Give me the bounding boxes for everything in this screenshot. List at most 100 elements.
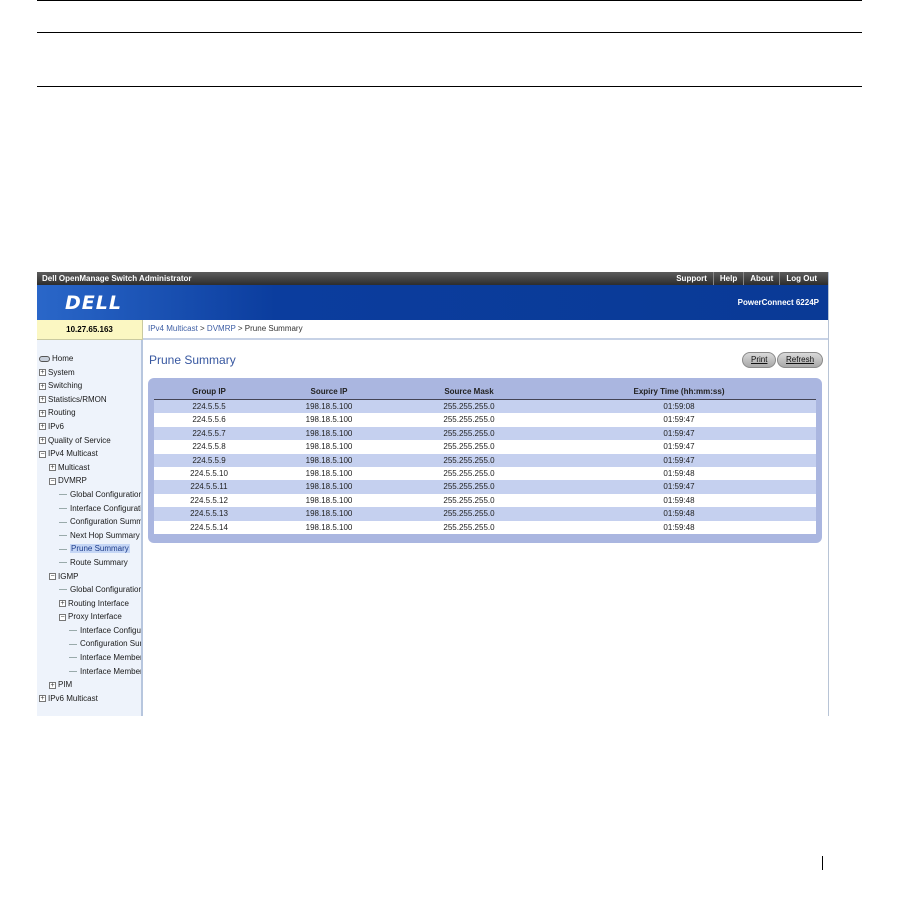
sidebar-item[interactable]: + Statistics/RMON <box>37 393 141 407</box>
cell-source-ip: 198.18.5.100 <box>305 522 353 532</box>
sidebar-item-label: DVMRP <box>58 476 87 486</box>
sidebar-item-label: Interface Configuration <box>80 625 141 635</box>
sidebar-item[interactable]: − IGMP <box>37 570 141 584</box>
sidebar-item[interactable]: Interface Membership Info Detailed <box>37 665 141 679</box>
breadcrumb-current: Prune Summary <box>244 324 303 333</box>
cell-group-ip: 224.5.5.12 <box>190 495 228 505</box>
sidebar-item-label: IGMP <box>58 571 79 581</box>
sidebar-item[interactable]: Route Summary <box>37 556 141 570</box>
main-content: Prune Summary Print Refresh Group IP Sou… <box>145 342 828 716</box>
expand-icon[interactable]: + <box>39 409 46 417</box>
sidebar-item-label: Interface Configuration <box>70 503 143 513</box>
sidebar-item[interactable]: Global Configuration <box>37 583 141 597</box>
expand-icon[interactable]: + <box>39 695 46 703</box>
column-header-source-mask: Source Mask <box>444 387 494 396</box>
collapse-icon[interactable]: − <box>39 450 46 458</box>
home-icon <box>39 355 50 362</box>
cell-source-mask: 255.255.255.0 <box>443 495 495 505</box>
cell-source-mask: 255.255.255.0 <box>443 455 495 465</box>
expand-icon[interactable]: + <box>39 368 46 376</box>
sidebar-item-label: Proxy Interface <box>68 612 122 622</box>
collapse-icon[interactable]: − <box>59 613 66 621</box>
cell-source-ip: 198.18.5.100 <box>305 495 353 505</box>
support-link[interactable]: Support <box>670 272 713 285</box>
cell-expiry-time: 01:59:47 <box>663 482 695 492</box>
sidebar-item[interactable]: Global Configuration <box>37 488 141 502</box>
table-row: 224.5.5.8 198.18.5.100 255.255.255.0 01:59:… <box>154 440 816 454</box>
page-header-rule <box>37 32 862 33</box>
cell-source-ip: 198.18.5.100 <box>305 509 353 519</box>
app-title: Dell OpenManage Switch Administrator <box>42 274 192 283</box>
cell-expiry-time: 01:59:47 <box>663 428 695 438</box>
cell-group-ip: 224.5.5.11 <box>190 482 228 492</box>
sidebar-item-label: Routing Interface <box>68 598 129 608</box>
logout-link[interactable]: Log Out <box>779 272 823 285</box>
tree-line-icon <box>69 671 77 673</box>
expand-icon[interactable]: + <box>39 396 46 404</box>
expand-icon[interactable]: + <box>39 423 46 431</box>
sidebar-item-label: Home <box>52 354 74 363</box>
sidebar-item[interactable]: + PIM <box>37 678 141 692</box>
refresh-button[interactable]: Refresh <box>777 352 824 368</box>
cell-source-mask: 255.255.255.0 <box>443 522 495 532</box>
table-row: 224.5.5.12 198.18.5.100 255.255.255.0 01:59… <box>154 493 816 508</box>
cell-source-ip: 198.18.5.100 <box>305 402 353 411</box>
sidebar-item[interactable]: + Routing Interface <box>37 597 141 611</box>
sidebar-item[interactable]: + Routing <box>37 406 141 420</box>
expand-icon[interactable]: + <box>49 464 56 472</box>
tree-line-icon <box>69 657 77 659</box>
breadcrumb-ipv4-multicast[interactable]: IPv4 Multicast <box>148 324 198 333</box>
expand-icon[interactable]: + <box>49 681 56 689</box>
sidebar-item[interactable]: Prune Summary <box>37 542 141 556</box>
sidebar-item[interactable]: Home <box>37 352 141 366</box>
page-title: Prune Summary <box>149 353 236 367</box>
print-button[interactable]: Print <box>742 352 777 368</box>
sidebar-item[interactable]: Next Hop Summary <box>37 529 141 543</box>
expand-icon[interactable]: + <box>59 600 66 608</box>
breadcrumb-dvmrp[interactable]: DVMRP <box>207 324 236 333</box>
sidebar-item[interactable]: Interface Configuration <box>37 502 141 516</box>
tree-line-icon <box>59 494 67 496</box>
tree-line-icon <box>59 589 67 591</box>
sidebar-item[interactable]: + Multicast <box>37 461 141 475</box>
cell-expiry-time: 01:59:48 <box>663 468 695 478</box>
sidebar-item[interactable]: + Switching <box>37 379 141 393</box>
about-link[interactable]: About <box>743 272 779 285</box>
sidebar-item-label: Next Hop Summary <box>70 530 140 540</box>
column-header-source-ip: Source IP <box>310 387 348 396</box>
expand-icon[interactable]: + <box>39 382 46 390</box>
sidebar-item[interactable]: + IPv6 Multicast <box>37 692 141 706</box>
tree-line-icon <box>59 521 67 523</box>
table-row: 224.5.5.14 198.18.5.100 255.255.255.0 01:59… <box>154 520 816 534</box>
cell-expiry-time: 01:59:47 <box>663 455 695 465</box>
sidebar-item[interactable]: + System <box>37 366 141 380</box>
cell-group-ip: 224.5.5.13 <box>190 509 228 519</box>
sidebar-item[interactable]: − IPv4 Multicast <box>37 447 141 461</box>
table-row: 224.5.5.9 198.18.5.100 255.255.255.0 01:59:… <box>154 453 816 467</box>
sidebar-item-label: Configuration Summary <box>80 639 141 649</box>
dell-logo: DELL <box>65 292 122 314</box>
sidebar-item[interactable]: − Proxy Interface <box>37 610 141 624</box>
sidebar-item[interactable]: Configuration Summary <box>37 515 141 529</box>
sidebar-item[interactable]: Interface Configuration <box>37 624 141 638</box>
page-top-rule <box>37 0 862 1</box>
collapse-icon[interactable]: − <box>49 572 56 580</box>
cell-source-ip: 198.18.5.100 <box>305 415 353 425</box>
sidebar-item[interactable]: + IPv6 <box>37 420 141 434</box>
cell-group-ip: 224.5.5.7 <box>192 428 226 438</box>
tree-line-icon <box>59 562 67 564</box>
help-link[interactable]: Help <box>712 272 743 285</box>
sidebar-item-label: Global Configuration <box>70 489 143 499</box>
sidebar-item[interactable]: + Quality of Service <box>37 434 141 448</box>
expand-icon[interactable]: + <box>39 436 46 444</box>
cell-group-ip: 224.5.5.5 <box>192 402 226 411</box>
sidebar-item-label: IPv6 <box>48 421 65 431</box>
sidebar-item-label: PIM <box>58 680 73 690</box>
collapse-icon[interactable]: − <box>49 477 56 485</box>
sidebar-item[interactable]: − DVMRP <box>37 474 141 488</box>
cell-expiry-time: 01:59:08 <box>663 402 695 411</box>
sidebar-item[interactable]: Interface Membership Info <box>37 651 141 665</box>
sidebar-item[interactable]: Configuration Summary <box>37 637 141 651</box>
cell-group-ip: 224.5.5.6 <box>192 415 226 425</box>
sidebar-item-label: System <box>48 367 75 377</box>
